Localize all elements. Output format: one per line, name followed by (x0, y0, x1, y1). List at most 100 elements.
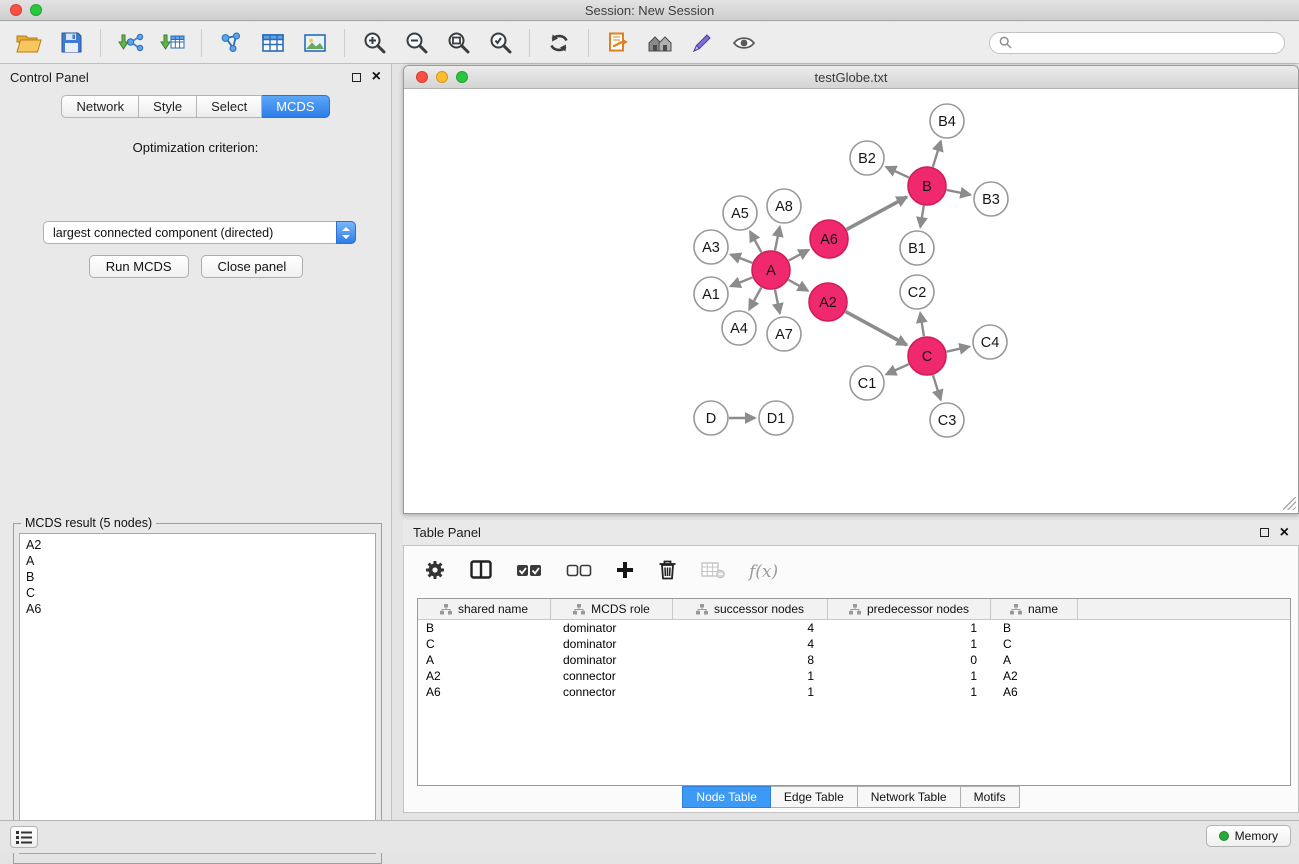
table-cell[interactable]: A2 (418, 669, 551, 683)
close-panel-button[interactable]: Close panel (201, 255, 304, 278)
mcds-result-item[interactable]: B (26, 569, 369, 585)
add-column-button[interactable] (616, 561, 634, 584)
refresh-layout-button[interactable] (541, 26, 577, 60)
table-settings-button[interactable] (424, 559, 446, 586)
edge-A-A8[interactable] (775, 227, 780, 251)
network-node-C2[interactable]: C2 (900, 275, 934, 309)
table-cell[interactable]: 1 (828, 637, 991, 651)
edge-B-B1[interactable] (920, 206, 923, 228)
edge-C-C3[interactable] (933, 375, 941, 400)
window-close-icon[interactable] (416, 71, 428, 83)
table-row[interactable]: A2connector11A2 (418, 668, 1290, 684)
open-session-button[interactable] (11, 26, 47, 60)
network-node-C1[interactable]: C1 (850, 366, 884, 400)
deselect-all-button[interactable] (566, 562, 592, 583)
network-node-A7[interactable]: A7 (767, 317, 801, 351)
zoom-fit-button[interactable] (440, 26, 476, 60)
network-node-D[interactable]: D (694, 401, 728, 435)
table-cell[interactable]: 1 (673, 685, 828, 699)
edge-A2-C[interactable] (846, 312, 907, 345)
network-node-A6[interactable]: A6 (810, 220, 848, 258)
float-panel-icon[interactable] (352, 73, 361, 82)
close-panel-icon[interactable]: × (372, 69, 381, 85)
memory-button[interactable]: Memory (1206, 825, 1291, 847)
import-table-button[interactable] (154, 26, 190, 60)
table-row[interactable]: Cdominator41C (418, 636, 1290, 652)
mcds-result-item[interactable]: A (26, 553, 369, 569)
network-node-B1[interactable]: B1 (900, 231, 934, 265)
mcds-result-item[interactable]: C (26, 585, 369, 601)
edge-A6-B[interactable] (847, 197, 907, 230)
save-session-button[interactable] (53, 26, 89, 60)
window-minimize-icon[interactable] (436, 71, 448, 83)
table-cell[interactable]: B (991, 621, 1078, 635)
edge-A-A7[interactable] (775, 290, 780, 314)
search-input[interactable] (1017, 35, 1275, 51)
edge-A-A1[interactable] (730, 277, 752, 286)
tab-network-table[interactable]: Network Table (858, 786, 961, 808)
network-node-A5[interactable]: A5 (723, 196, 757, 230)
table-cell[interactable]: 1 (828, 621, 991, 635)
column-header-name[interactable]: name (991, 599, 1078, 619)
network-canvas[interactable]: B4B2BB3A5A8A6A3B1AC2A1A2A4A7C4CC1C3DD1 (404, 89, 1298, 512)
table-cell[interactable]: A6 (991, 685, 1078, 699)
network-canvas-svg[interactable]: B4B2BB3A5A8A6A3B1AC2A1A2A4A7C4CC1C3DD1 (404, 89, 1298, 512)
window-zoom-icon[interactable] (456, 71, 468, 83)
show-columns-button[interactable] (470, 560, 492, 584)
table-cell[interactable]: dominator (551, 637, 673, 651)
table-cell[interactable]: A6 (418, 685, 551, 699)
column-header-successor-nodes[interactable]: successor nodes (673, 599, 828, 619)
network-node-B4[interactable]: B4 (930, 104, 964, 138)
import-network-button[interactable] (112, 26, 148, 60)
table-row[interactable]: A6connector11A6 (418, 684, 1290, 700)
table-cell[interactable]: A (418, 653, 551, 667)
select-all-button[interactable] (516, 562, 542, 583)
resize-grip[interactable] (1283, 497, 1296, 510)
table-cell[interactable]: C (991, 637, 1078, 651)
network-node-B3[interactable]: B3 (974, 182, 1008, 216)
tab-motifs[interactable]: Motifs (961, 786, 1020, 808)
table-cell[interactable]: connector (551, 669, 673, 683)
annotation-button[interactable] (684, 26, 720, 60)
network-node-A4[interactable]: A4 (722, 311, 756, 345)
zoom-out-button[interactable] (398, 26, 434, 60)
network-node-B2[interactable]: B2 (850, 141, 884, 175)
edge-C-C1[interactable] (886, 364, 909, 374)
zoom-in-button[interactable] (356, 26, 392, 60)
run-mcds-button[interactable]: Run MCDS (89, 255, 189, 278)
table-cell[interactable]: 4 (673, 621, 828, 635)
delete-column-button[interactable] (658, 559, 677, 585)
task-history-button[interactable] (10, 826, 38, 848)
hide-details-button[interactable] (642, 26, 678, 60)
mcds-result-item[interactable]: A2 (26, 537, 369, 553)
show-details-button[interactable] (726, 26, 762, 60)
app-close-icon[interactable] (10, 4, 22, 16)
network-node-D1[interactable]: D1 (759, 401, 793, 435)
network-node-C[interactable]: C (908, 337, 946, 375)
network-node-C3[interactable]: C3 (930, 403, 964, 437)
column-header-MCDS-role[interactable]: MCDS role (551, 599, 673, 619)
table-cell[interactable]: 8 (673, 653, 828, 667)
table-row[interactable]: Adominator80A (418, 652, 1290, 668)
table-cell[interactable]: dominator (551, 621, 673, 635)
edge-A-A5[interactable] (750, 231, 761, 252)
network-node-A2[interactable]: A2 (809, 283, 847, 321)
edge-C-C4[interactable] (947, 347, 970, 352)
network-node-A[interactable]: A (752, 251, 790, 289)
table-cell[interactable]: connector (551, 685, 673, 699)
edge-B-B4[interactable] (933, 141, 941, 167)
table-cell[interactable]: 4 (673, 637, 828, 651)
table-row[interactable]: Bdominator41B (418, 620, 1290, 636)
table-cell[interactable]: 0 (828, 653, 991, 667)
float-panel-icon[interactable] (1260, 528, 1269, 537)
tab-network[interactable]: Network (61, 95, 139, 118)
edge-B-B3[interactable] (947, 190, 971, 195)
network-node-A3[interactable]: A3 (694, 230, 728, 264)
network-node-A1[interactable]: A1 (694, 277, 728, 311)
new-table-button[interactable] (255, 26, 291, 60)
edge-A-A4[interactable] (749, 288, 761, 310)
edge-A-A6[interactable] (789, 250, 809, 261)
edge-B-B2[interactable] (886, 167, 909, 178)
zoom-selected-button[interactable] (482, 26, 518, 60)
tab-edge-table[interactable]: Edge Table (771, 786, 858, 808)
